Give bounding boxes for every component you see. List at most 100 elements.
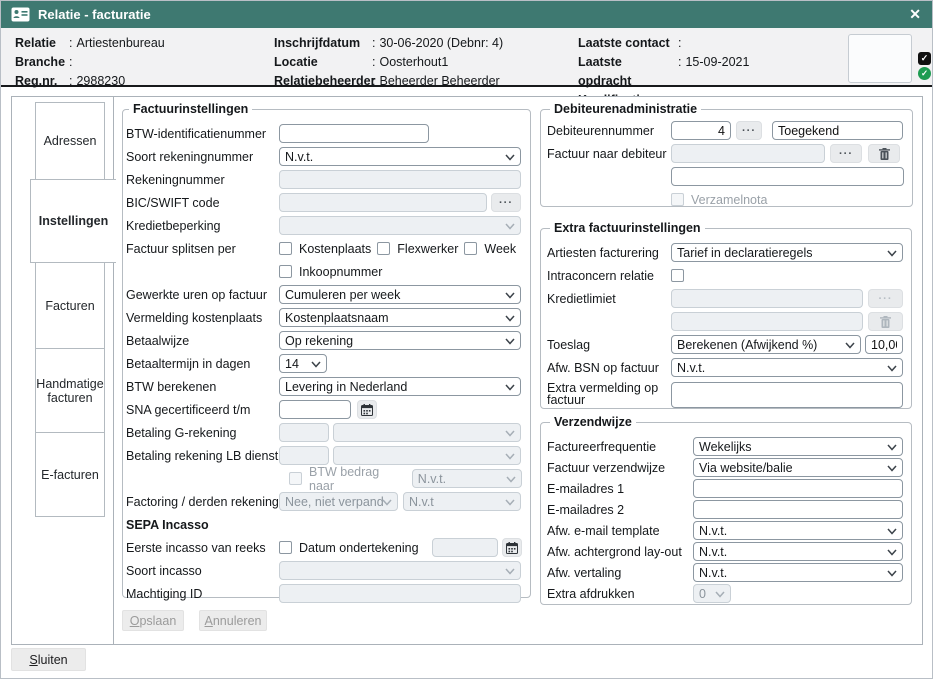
- chevron-down-icon: [505, 223, 515, 230]
- datum-ondertekening-calendar-button[interactable]: [502, 538, 522, 557]
- form-row: Factuur verzendwijze Via website/balie: [547, 458, 903, 477]
- checkbox-label: Verzamelnota: [684, 193, 773, 207]
- chevron-down-icon: [887, 250, 897, 257]
- afw-vertaling-select[interactable]: N.v.t.: [693, 563, 903, 582]
- afw-email-template-select[interactable]: N.v.t.: [693, 521, 903, 540]
- toeslag-percentage-input[interactable]: [865, 335, 903, 354]
- tab-e-facturen[interactable]: E-facturen: [35, 432, 105, 517]
- field-label: BIC/SWIFT code: [126, 196, 279, 210]
- kostenplaats-checkbox[interactable]: [279, 242, 292, 255]
- debiteurennummer-browse-button[interactable]: ···: [736, 121, 762, 140]
- gewerkte-uren-select[interactable]: Cumuleren per week: [279, 285, 521, 304]
- emailadres-1-input[interactable]: [693, 479, 903, 498]
- betaalwijze-select[interactable]: Op rekening: [279, 331, 521, 350]
- soort-incasso-select: [279, 561, 521, 580]
- header-row: Locatie:Oosterhout1: [274, 53, 503, 72]
- form-row: Extra afdrukken 0: [547, 584, 903, 603]
- field-label: BTW berekenen: [126, 380, 279, 394]
- debiteurennummer-input[interactable]: [671, 121, 731, 140]
- relatie-facturatie-window: Relatie - facturatie ✕ Relatie:Artiesten…: [0, 0, 933, 679]
- form-row: Toeslag Berekenen (Afwijkend %): [547, 335, 903, 354]
- ellipsis-icon: ···: [742, 126, 756, 136]
- section-legend: Debiteurenadministratie: [550, 102, 701, 116]
- datum-ondertekening-input: [432, 538, 498, 557]
- verzamelnota-checkbox: [671, 193, 684, 206]
- field-label: Afw. vertaling: [547, 566, 693, 580]
- form-row: Betaaltermijn in dagen 14: [126, 354, 522, 373]
- field-label: Kredietbeperking: [126, 219, 279, 233]
- chevron-down-icon: [505, 430, 515, 437]
- header-column-1: Relatie:Artiestenbureau Branche: Reg.nr.…: [15, 34, 165, 91]
- factuur-verzendwijze-select[interactable]: Via website/balie: [693, 458, 903, 477]
- tab-facturen[interactable]: Facturen: [35, 262, 105, 349]
- field-label: E-mailadres 2: [547, 503, 693, 517]
- ellipsis-icon: ···: [839, 149, 853, 159]
- form-row: Verzamelnota: [547, 190, 904, 209]
- form-row: E-mailadres 2: [547, 500, 903, 519]
- opslaan-button: Opslaan: [122, 610, 184, 631]
- btw-berekenen-select[interactable]: Levering in Nederland: [279, 377, 521, 396]
- factuur-naar-debiteur-delete-button[interactable]: [868, 144, 900, 163]
- bic-browse-button[interactable]: ···: [491, 193, 521, 212]
- extra-afdrukken-select: 0: [693, 584, 731, 603]
- checkbox-label: Inkoopnummer: [292, 265, 388, 279]
- chevron-down-icon: [887, 570, 897, 577]
- intraconcern-checkbox[interactable]: [671, 269, 684, 282]
- field-label: Intraconcern relatie: [547, 269, 671, 283]
- chevron-down-icon: [311, 361, 321, 368]
- btw-bedrag-checkbox: [289, 472, 302, 485]
- field-label: Betaling rekening LB dienst: [126, 449, 279, 463]
- form-row: Betaling G-rekening: [126, 423, 522, 442]
- kredietlimiet-delete-button: [868, 312, 903, 331]
- form-row: Afw. e-mail template N.v.t.: [547, 521, 903, 540]
- tab-adressen[interactable]: Adressen: [35, 102, 105, 180]
- toeslag-select[interactable]: Berekenen (Afwijkend %): [671, 335, 861, 354]
- field-label: Debiteurennummer: [547, 124, 671, 138]
- tab-handmatige-facturen[interactable]: Handmatige facturen: [35, 348, 105, 433]
- relatiebeheerder-value: Beheerder Beheerder: [379, 72, 499, 91]
- afw-bsn-select[interactable]: N.v.t.: [671, 358, 903, 377]
- artiesten-facturering-select[interactable]: Tarief in declaratieregels: [671, 243, 903, 262]
- form-row: BTW-identificatienummer: [126, 124, 522, 143]
- field-label: SNA gecertificeerd t/m: [126, 403, 279, 417]
- chevron-down-icon: [505, 384, 515, 391]
- extra-vermelding-textarea[interactable]: [671, 382, 903, 408]
- factuur-naar-debiteur-browse-button[interactable]: ···: [830, 144, 862, 163]
- betaaltermijn-select[interactable]: 14: [279, 354, 327, 373]
- eerste-incasso-checkbox[interactable]: [279, 541, 292, 554]
- debiteur-status-input[interactable]: [772, 121, 903, 140]
- vermelding-kostenplaats-select[interactable]: Kostenplaatsnaam: [279, 308, 521, 327]
- chevron-down-icon: [505, 338, 515, 345]
- sna-datum-input[interactable]: [279, 400, 351, 419]
- soort-rekeningnummer-select[interactable]: N.v.t.: [279, 147, 521, 166]
- section-legend: Verzendwijze: [550, 415, 636, 429]
- form-row: SEPA Incasso: [126, 515, 522, 534]
- debiteur-extra-input[interactable]: [671, 167, 904, 186]
- factoring-select: Nee, niet verpand: [279, 492, 398, 511]
- form-row: [547, 167, 904, 186]
- close-icon[interactable]: ✕: [906, 6, 924, 23]
- section-legend: Extra factuurinstellingen: [550, 221, 705, 235]
- sepa-incasso-heading: SEPA Incasso: [126, 518, 209, 532]
- week-checkbox[interactable]: [464, 242, 477, 255]
- emailadres-2-input[interactable]: [693, 500, 903, 519]
- inkoopnummer-checkbox[interactable]: [279, 265, 292, 278]
- form-row: Vermelding kostenplaats Kostenplaatsnaam: [126, 308, 522, 327]
- form-row: Kredietbeperking: [126, 216, 522, 235]
- field-label: Betaling G-rekening: [126, 426, 279, 440]
- chevron-down-icon: [887, 365, 897, 372]
- tab-instellingen[interactable]: Instellingen: [30, 179, 116, 263]
- flexwerker-checkbox[interactable]: [377, 242, 390, 255]
- form-row: Afw. vertaling N.v.t.: [547, 563, 903, 582]
- afw-achtergrond-layout-select[interactable]: N.v.t.: [693, 542, 903, 561]
- form-row: Betaalwijze Op rekening: [126, 331, 522, 350]
- btw-identificatienummer-input[interactable]: [279, 124, 429, 143]
- form-row: Soort incasso: [126, 561, 522, 580]
- form-row: Extra vermelding op factuur: [547, 381, 903, 409]
- factoring-rekening-select: N.v.t: [403, 492, 521, 511]
- sluiten-button[interactable]: Sluiten: [11, 648, 86, 671]
- sna-calendar-button[interactable]: [357, 400, 377, 419]
- factuurinstellingen-section: Factuurinstellingen BTW-identificatienum…: [122, 102, 531, 598]
- factureerfrequentie-select[interactable]: Wekelijks: [693, 437, 903, 456]
- inschrijfdatum-value: 30-06-2020 (Debnr: 4): [379, 34, 503, 53]
